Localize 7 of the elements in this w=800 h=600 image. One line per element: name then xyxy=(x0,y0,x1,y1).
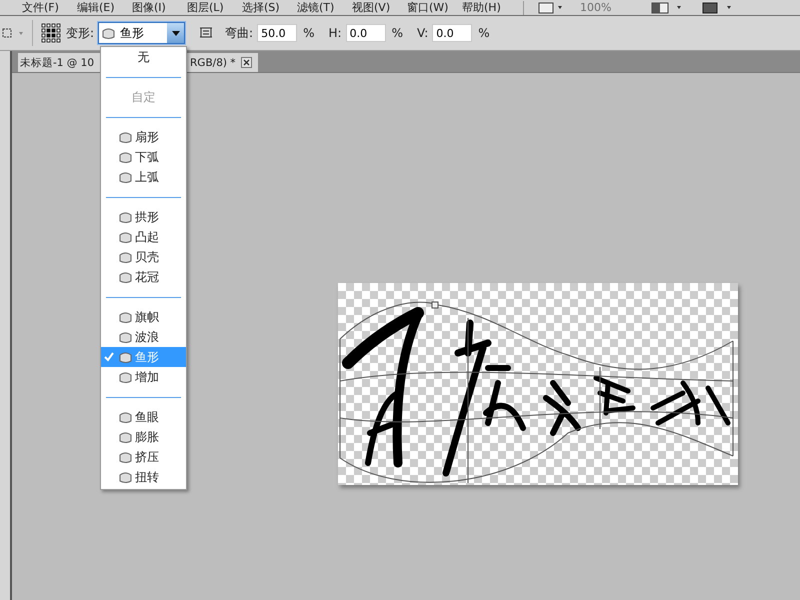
vertical-label: V: xyxy=(416,26,428,40)
bend-label: 弯曲: xyxy=(225,24,254,42)
unit-label: % xyxy=(303,26,314,40)
horizontal-label: H: xyxy=(328,26,342,40)
unit-label: % xyxy=(478,26,490,40)
warp-label: 变形: xyxy=(66,24,94,42)
unit-label: % xyxy=(392,26,403,40)
